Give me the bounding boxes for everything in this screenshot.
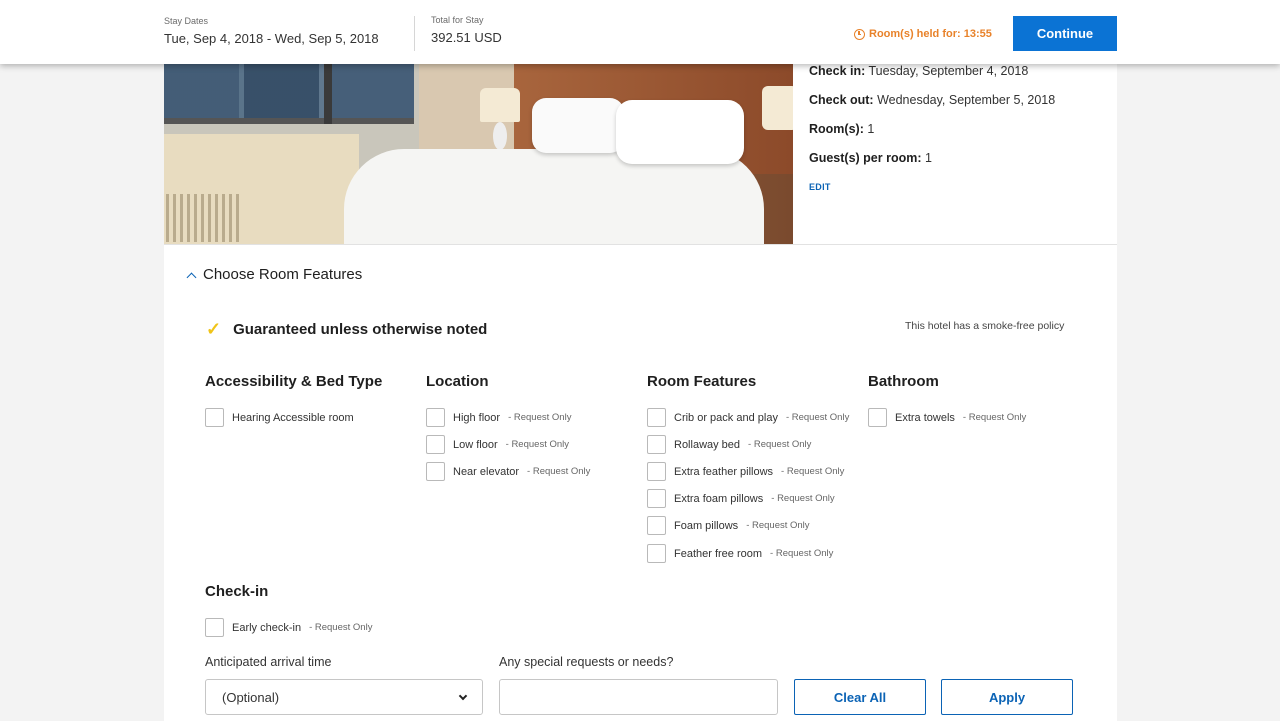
checkbox[interactable] — [426, 435, 445, 454]
chevron-down-icon — [458, 691, 468, 701]
divider — [164, 244, 1117, 245]
stay-dates-label: Stay Dates — [164, 16, 209, 26]
checkbox[interactable] — [205, 408, 224, 427]
booking-summary-header: Stay Dates Tue, Sep 4, 2018 - Wed, Sep 5… — [0, 0, 1280, 64]
apply-button[interactable]: Apply — [941, 679, 1073, 715]
room-hold-timer: Room(s) held for: 13:55 — [854, 28, 992, 40]
column-accessibility-title: Accessibility & Bed Type — [205, 373, 383, 390]
arrival-time-select[interactable]: (Optional) — [205, 679, 483, 715]
total-label: Total for Stay — [431, 15, 484, 25]
guarantee-note: ✓ Guaranteed unless otherwise noted — [206, 319, 488, 339]
special-requests-label: Any special requests or needs? — [499, 655, 674, 669]
continue-button[interactable]: Continue — [1013, 16, 1117, 51]
hold-text: Room(s) held for: 13:55 — [869, 28, 992, 40]
checkout-detail: Check out: Wednesday, September 5, 2018 — [809, 93, 1056, 107]
option-extra-foam-pillows[interactable]: Extra foam pillows - Request Only — [647, 489, 835, 508]
section-title: Choose Room Features — [203, 266, 363, 283]
option-low-floor[interactable]: Low floor - Request Only — [426, 435, 569, 454]
checkbox[interactable] — [205, 618, 224, 637]
rooms-detail: Room(s): 1 — [809, 122, 875, 136]
stay-dates-value: Tue, Sep 4, 2018 - Wed, Sep 5, 2018 — [164, 31, 379, 46]
checkin-detail: Check in: Tuesday, September 4, 2018 — [809, 64, 1029, 78]
checkbox[interactable] — [647, 489, 666, 508]
checkin-title: Check-in — [205, 583, 269, 600]
checkbox[interactable] — [426, 408, 445, 427]
special-requests-input[interactable] — [499, 679, 778, 715]
guests-detail: Guest(s) per room: 1 — [809, 151, 932, 165]
checkmark-icon: ✓ — [206, 319, 222, 339]
checkbox[interactable] — [647, 544, 666, 563]
choose-room-features-toggle[interactable]: Choose Room Features — [186, 266, 363, 283]
option-early-checkin[interactable]: Early check-in - Request Only — [205, 618, 372, 637]
column-room-features-title: Room Features — [647, 373, 757, 390]
checkbox[interactable] — [868, 408, 887, 427]
option-extra-feather-pillows[interactable]: Extra feather pillows - Request Only — [647, 462, 844, 481]
option-high-floor[interactable]: High floor - Request Only — [426, 408, 571, 427]
option-crib[interactable]: Crib or pack and play - Request Only — [647, 408, 849, 427]
option-foam-pillows[interactable]: Foam pillows - Request Only — [647, 516, 810, 535]
column-bathroom-title: Bathroom — [868, 373, 939, 390]
clock-icon — [854, 28, 865, 40]
option-extra-towels[interactable]: Extra towels - Request Only — [868, 408, 1026, 427]
clear-all-button[interactable]: Clear All — [794, 679, 926, 715]
option-feather-free-room[interactable]: Feather free room - Request Only — [647, 544, 833, 563]
checkbox[interactable] — [426, 462, 445, 481]
checkbox[interactable] — [647, 408, 666, 427]
room-card: Check in: Tuesday, September 4, 2018 Che… — [164, 0, 1117, 721]
room-photo — [164, 64, 793, 244]
smoke-policy: This hotel has a smoke-free policy — [905, 320, 1065, 332]
column-location-title: Location — [426, 373, 489, 390]
total-value: 392.51 USD — [431, 30, 502, 45]
edit-link[interactable]: EDIT — [809, 182, 831, 192]
option-hearing-accessible[interactable]: Hearing Accessible room — [205, 408, 354, 427]
checkbox[interactable] — [647, 516, 666, 535]
checkbox[interactable] — [647, 462, 666, 481]
option-rollaway-bed[interactable]: Rollaway bed - Request Only — [647, 435, 811, 454]
header-divider — [414, 16, 415, 51]
chevron-up-icon — [186, 272, 197, 283]
option-near-elevator[interactable]: Near elevator - Request Only — [426, 462, 590, 481]
checkbox[interactable] — [647, 435, 666, 454]
arrival-time-label: Anticipated arrival time — [205, 655, 332, 669]
